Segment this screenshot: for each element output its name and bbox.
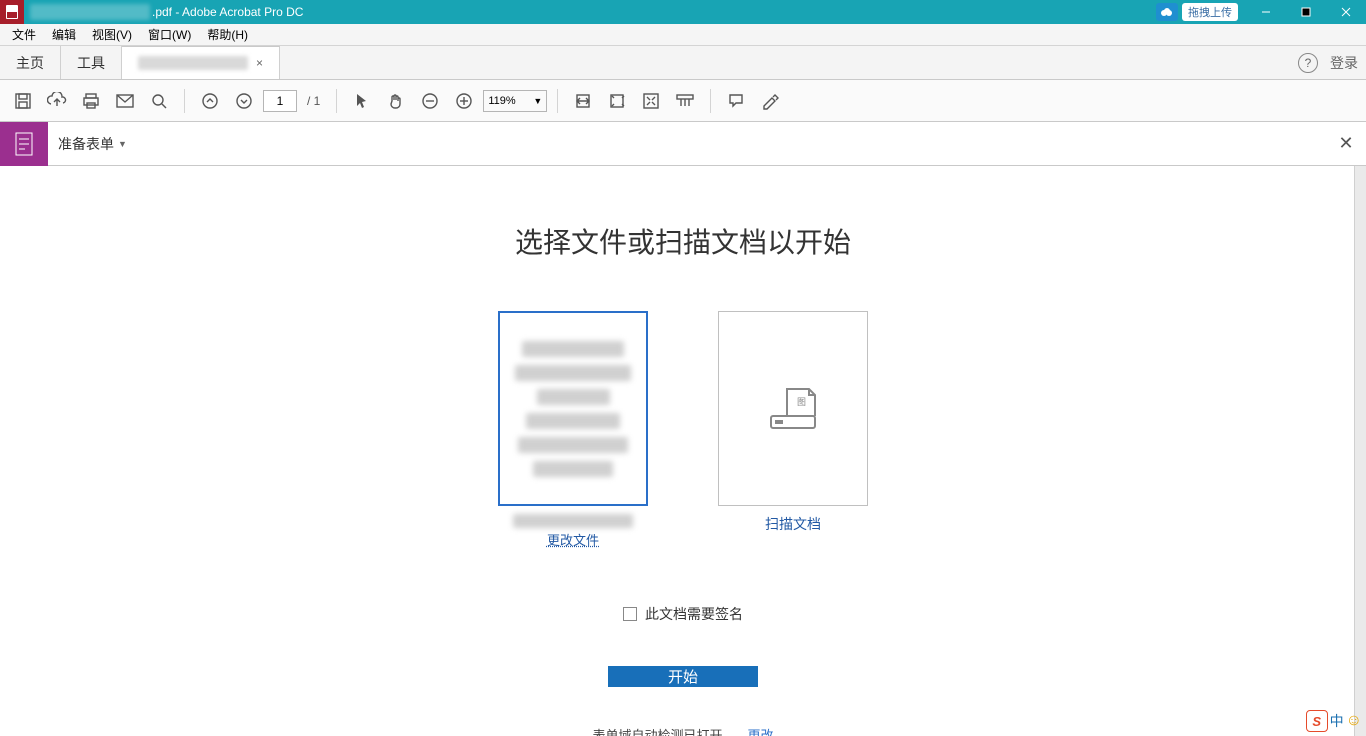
current-file-thumbnail bbox=[498, 311, 648, 506]
ime-lang-label[interactable]: 中 bbox=[1330, 711, 1344, 731]
login-link[interactable]: 登录 bbox=[1330, 53, 1358, 73]
fit-page-icon[interactable] bbox=[602, 86, 632, 116]
highlight-icon[interactable] bbox=[755, 86, 785, 116]
autodetect-footnote: 表单域自动检测已打开。 更改 bbox=[592, 725, 773, 736]
pointer-tool-icon[interactable] bbox=[347, 86, 377, 116]
cloud-sync-icon[interactable] bbox=[1156, 3, 1178, 21]
page-heading: 选择文件或扫描文档以开始 bbox=[515, 221, 851, 261]
current-file-name-blurred bbox=[513, 514, 633, 528]
acrobat-app-icon bbox=[0, 0, 24, 24]
zoom-value: 119% bbox=[488, 95, 515, 107]
page-down-icon[interactable] bbox=[229, 86, 259, 116]
window-titlebar: .pdf - Adobe Acrobat Pro DC 拖拽上传 bbox=[0, 0, 1366, 24]
menu-edit[interactable]: 编辑 bbox=[44, 24, 84, 45]
tab-current-document[interactable]: × bbox=[122, 46, 280, 79]
tab-close-icon[interactable]: × bbox=[256, 56, 263, 70]
email-icon[interactable] bbox=[110, 86, 140, 116]
start-button[interactable]: 开始 bbox=[608, 666, 758, 687]
close-tool-button[interactable]: ✕ bbox=[1326, 133, 1366, 154]
window-minimize-button[interactable] bbox=[1246, 0, 1286, 24]
main-toolbar: / 1 119% ▼ bbox=[0, 80, 1366, 122]
tab-tools[interactable]: 工具 bbox=[61, 46, 122, 79]
fullscreen-icon[interactable] bbox=[636, 86, 666, 116]
zoom-out-icon[interactable] bbox=[415, 86, 445, 116]
tool-sub-bar: 准备表单 ▼ ✕ bbox=[0, 122, 1366, 166]
ime-tray: S 中 ☺ bbox=[1306, 710, 1362, 732]
zoom-in-icon[interactable] bbox=[449, 86, 479, 116]
start-button-label: 开始 bbox=[668, 666, 698, 687]
svg-text:图: 图 bbox=[797, 397, 806, 407]
choice-current-file[interactable]: 更改文件 bbox=[493, 311, 653, 549]
chevron-down-icon: ▼ bbox=[118, 139, 127, 149]
cloud-upload-icon[interactable] bbox=[42, 86, 72, 116]
fit-width-icon[interactable] bbox=[568, 86, 598, 116]
choice-scan-document[interactable]: 图 扫描文档 bbox=[713, 311, 873, 549]
page-up-icon[interactable] bbox=[195, 86, 225, 116]
tab-doc-name-blurred bbox=[138, 56, 248, 70]
menu-file[interactable]: 文件 bbox=[4, 24, 44, 45]
prepare-form-dropdown[interactable]: 准备表单 ▼ bbox=[48, 134, 137, 154]
drag-upload-button[interactable]: 拖拽上传 bbox=[1182, 3, 1238, 21]
read-mode-icon[interactable] bbox=[670, 86, 700, 116]
tab-home[interactable]: 主页 bbox=[0, 46, 61, 79]
comment-icon[interactable] bbox=[721, 86, 751, 116]
title-filename-blurred bbox=[30, 4, 150, 20]
signature-checkbox[interactable] bbox=[623, 607, 637, 621]
drag-upload-label: 拖拽上传 bbox=[1188, 4, 1232, 20]
scan-label: 扫描文档 bbox=[765, 514, 821, 534]
search-icon[interactable] bbox=[144, 86, 174, 116]
help-icon[interactable]: ? bbox=[1298, 53, 1318, 73]
change-file-link[interactable]: 更改文件 bbox=[547, 530, 599, 549]
window-maximize-button[interactable] bbox=[1286, 0, 1326, 24]
save-icon[interactable] bbox=[8, 86, 38, 116]
signature-checkbox-label: 此文档需要签名 bbox=[645, 604, 743, 624]
zoom-select[interactable]: 119% ▼ bbox=[483, 90, 547, 112]
hand-tool-icon[interactable] bbox=[381, 86, 411, 116]
signature-required-row[interactable]: 此文档需要签名 bbox=[623, 604, 743, 624]
sogou-ime-icon[interactable]: S bbox=[1306, 710, 1328, 732]
scanner-icon: 图 bbox=[763, 381, 823, 436]
print-icon[interactable] bbox=[76, 86, 106, 116]
prepare-form-tool-icon bbox=[0, 122, 48, 166]
smile-icon[interactable]: ☺ bbox=[1346, 712, 1362, 730]
app-tab-strip: 主页 工具 × ? 登录 bbox=[0, 46, 1366, 80]
menu-bar: 文件 编辑 视图(V) 窗口(W) 帮助(H) bbox=[0, 24, 1366, 46]
menu-window[interactable]: 窗口(W) bbox=[140, 24, 199, 45]
menu-view[interactable]: 视图(V) bbox=[84, 24, 140, 45]
menu-help[interactable]: 帮助(H) bbox=[199, 24, 256, 45]
autodetect-change-link[interactable]: 更改 bbox=[748, 725, 774, 736]
window-close-button[interactable] bbox=[1326, 0, 1366, 24]
chevron-down-icon: ▼ bbox=[533, 96, 542, 106]
prepare-form-label: 准备表单 bbox=[58, 134, 114, 154]
page-total-label: / 1 bbox=[307, 94, 320, 108]
window-title: .pdf - Adobe Acrobat Pro DC bbox=[152, 5, 303, 19]
page-number-input[interactable] bbox=[263, 90, 297, 112]
main-content: 选择文件或扫描文档以开始 更改文件 图 bbox=[0, 166, 1366, 736]
autodetect-text: 表单域自动检测已打开。 bbox=[592, 725, 735, 736]
scan-thumbnail: 图 bbox=[718, 311, 868, 506]
vertical-scrollbar[interactable] bbox=[1354, 166, 1366, 736]
source-choice-row: 更改文件 图 扫描文档 bbox=[493, 311, 873, 549]
